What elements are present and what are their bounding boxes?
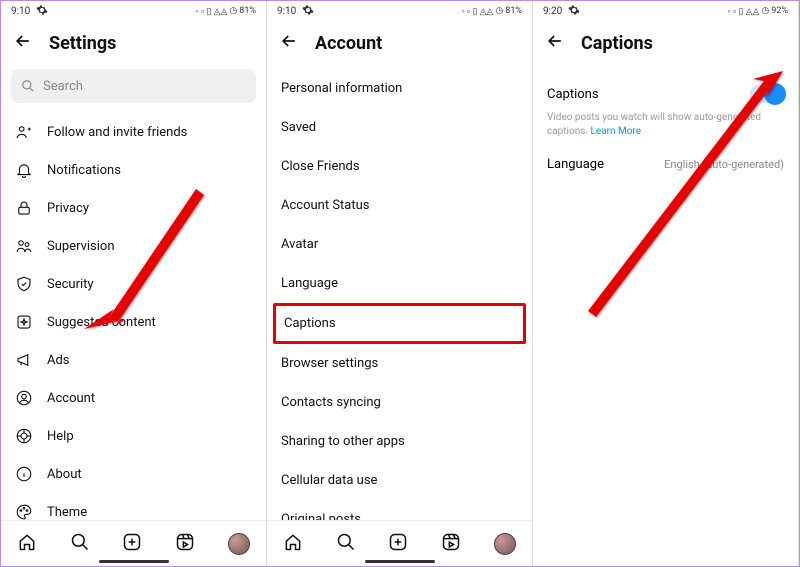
nav-search-icon[interactable] <box>70 532 90 556</box>
search-input[interactable]: Search <box>11 69 256 103</box>
status-time: 9:20 <box>543 6 562 17</box>
back-icon[interactable] <box>545 31 565 55</box>
menu-close-friends[interactable]: Close Friends <box>267 147 532 186</box>
menu-theme[interactable]: Theme <box>1 493 266 520</box>
status-bar: 9:20 ◦ ▫ ▯ ◬◬ ◷ 92% <box>533 1 798 21</box>
menu-supervision[interactable]: Supervision <box>1 227 266 265</box>
status-bar: 9:10 ◦ ▫ ▯ ◬◬ ◷ 81% <box>1 1 266 21</box>
menu-account[interactable]: Account <box>1 379 266 417</box>
header: Settings <box>1 21 266 69</box>
megaphone-icon <box>15 351 33 369</box>
settings-list: Follow and invite friends Notifications … <box>1 113 266 520</box>
menu-help[interactable]: Help <box>1 417 266 455</box>
menu-browser-settings[interactable]: Browser settings <box>267 344 532 383</box>
header: Captions <box>533 21 798 69</box>
menu-sharing-apps[interactable]: Sharing to other apps <box>267 422 532 461</box>
gear-icon <box>568 4 580 19</box>
captions-toggle[interactable] <box>750 85 784 103</box>
back-icon[interactable] <box>279 31 299 55</box>
status-battery: 81% <box>505 6 522 16</box>
page-title: Captions <box>581 33 653 54</box>
page-title: Settings <box>49 33 116 54</box>
nav-profile-avatar[interactable] <box>494 533 516 555</box>
nav-reels-icon[interactable] <box>175 532 195 556</box>
menu-personal-info[interactable]: Personal information <box>267 69 532 108</box>
status-time: 9:10 <box>277 6 296 17</box>
language-value: English (auto-generated) <box>664 158 784 171</box>
menu-language[interactable]: Language <box>267 264 532 303</box>
bell-icon <box>15 161 33 179</box>
menu-cellular-data[interactable]: Cellular data use <box>267 461 532 500</box>
people-icon <box>15 237 33 255</box>
status-time: 9:10 <box>11 6 30 17</box>
status-bar: 9:10 ◦ ▫ ▯ ◬◬ ◷ 81% <box>267 1 532 21</box>
account-icon <box>15 389 33 407</box>
menu-notifications[interactable]: Notifications <box>1 151 266 189</box>
status-signal-icon: ◦ ▫ ▯ ◬◬ <box>462 6 494 17</box>
nav-home-icon[interactable] <box>17 532 37 556</box>
nav-profile-avatar[interactable] <box>228 533 250 555</box>
status-signal-icon: ◦ ▫ ▯ ◬◬ <box>196 6 228 17</box>
status-signal-icon: ◦ ▫ ▯ ◬◬ <box>728 6 760 17</box>
home-indicator <box>99 560 169 563</box>
captions-description: Video posts you watch will show auto-gen… <box>547 111 784 139</box>
info-icon <box>15 465 33 483</box>
menu-account-status[interactable]: Account Status <box>267 186 532 225</box>
lock-icon <box>15 199 33 217</box>
status-battery-icon: ◷ <box>229 6 237 16</box>
menu-ads[interactable]: Ads <box>1 341 266 379</box>
menu-avatar[interactable]: Avatar <box>267 225 532 264</box>
menu-security[interactable]: Security <box>1 265 266 303</box>
shield-icon <box>15 275 33 293</box>
captions-label: Captions <box>547 87 599 102</box>
nav-search-icon[interactable] <box>336 532 356 556</box>
status-battery: 81% <box>239 6 256 16</box>
menu-captions[interactable]: Captions <box>276 306 523 341</box>
learn-more-link[interactable]: Learn More <box>591 126 642 137</box>
captions-toggle-row: Captions <box>547 77 784 111</box>
language-label: Language <box>547 157 604 172</box>
search-placeholder: Search <box>43 79 83 94</box>
captions-body: Captions Video posts you watch will show… <box>533 69 798 188</box>
menu-saved[interactable]: Saved <box>267 108 532 147</box>
menu-suggested-content[interactable]: Suggested content <box>1 303 266 341</box>
sparkle-icon <box>15 313 33 331</box>
nav-home-icon[interactable] <box>283 532 303 556</box>
home-indicator <box>365 560 435 563</box>
palette-icon <box>15 503 33 520</box>
nav-create-icon[interactable] <box>122 532 142 556</box>
language-row[interactable]: Language English (auto-generated) <box>547 149 784 180</box>
nav-create-icon[interactable] <box>388 532 408 556</box>
menu-follow-invite[interactable]: Follow and invite friends <box>1 113 266 151</box>
nav-reels-icon[interactable] <box>441 532 461 556</box>
settings-panel: 9:10 ◦ ▫ ▯ ◬◬ ◷ 81% Settings Search Foll… <box>1 1 267 566</box>
header: Account <box>267 21 532 69</box>
gear-icon <box>36 4 48 19</box>
status-battery-icon: ◷ <box>495 6 503 16</box>
search-icon <box>21 79 35 93</box>
person-plus-icon <box>15 123 33 141</box>
menu-about[interactable]: About <box>1 455 266 493</box>
account-list: Personal information Saved Close Friends… <box>267 69 532 520</box>
gear-icon <box>302 4 314 19</box>
captions-highlight: Captions <box>273 303 526 344</box>
page-title: Account <box>315 33 382 54</box>
captions-panel: 9:20 ◦ ▫ ▯ ◬◬ ◷ 92% Captions Captions Vi… <box>533 1 799 566</box>
status-battery-icon: ◷ <box>761 6 769 16</box>
menu-contacts-syncing[interactable]: Contacts syncing <box>267 383 532 422</box>
menu-privacy[interactable]: Privacy <box>1 189 266 227</box>
status-battery: 92% <box>771 6 788 16</box>
back-icon[interactable] <box>13 31 33 55</box>
help-icon <box>15 427 33 445</box>
account-panel: 9:10 ◦ ▫ ▯ ◬◬ ◷ 81% Account Personal inf… <box>267 1 533 566</box>
menu-original-posts[interactable]: Original posts <box>267 500 532 520</box>
